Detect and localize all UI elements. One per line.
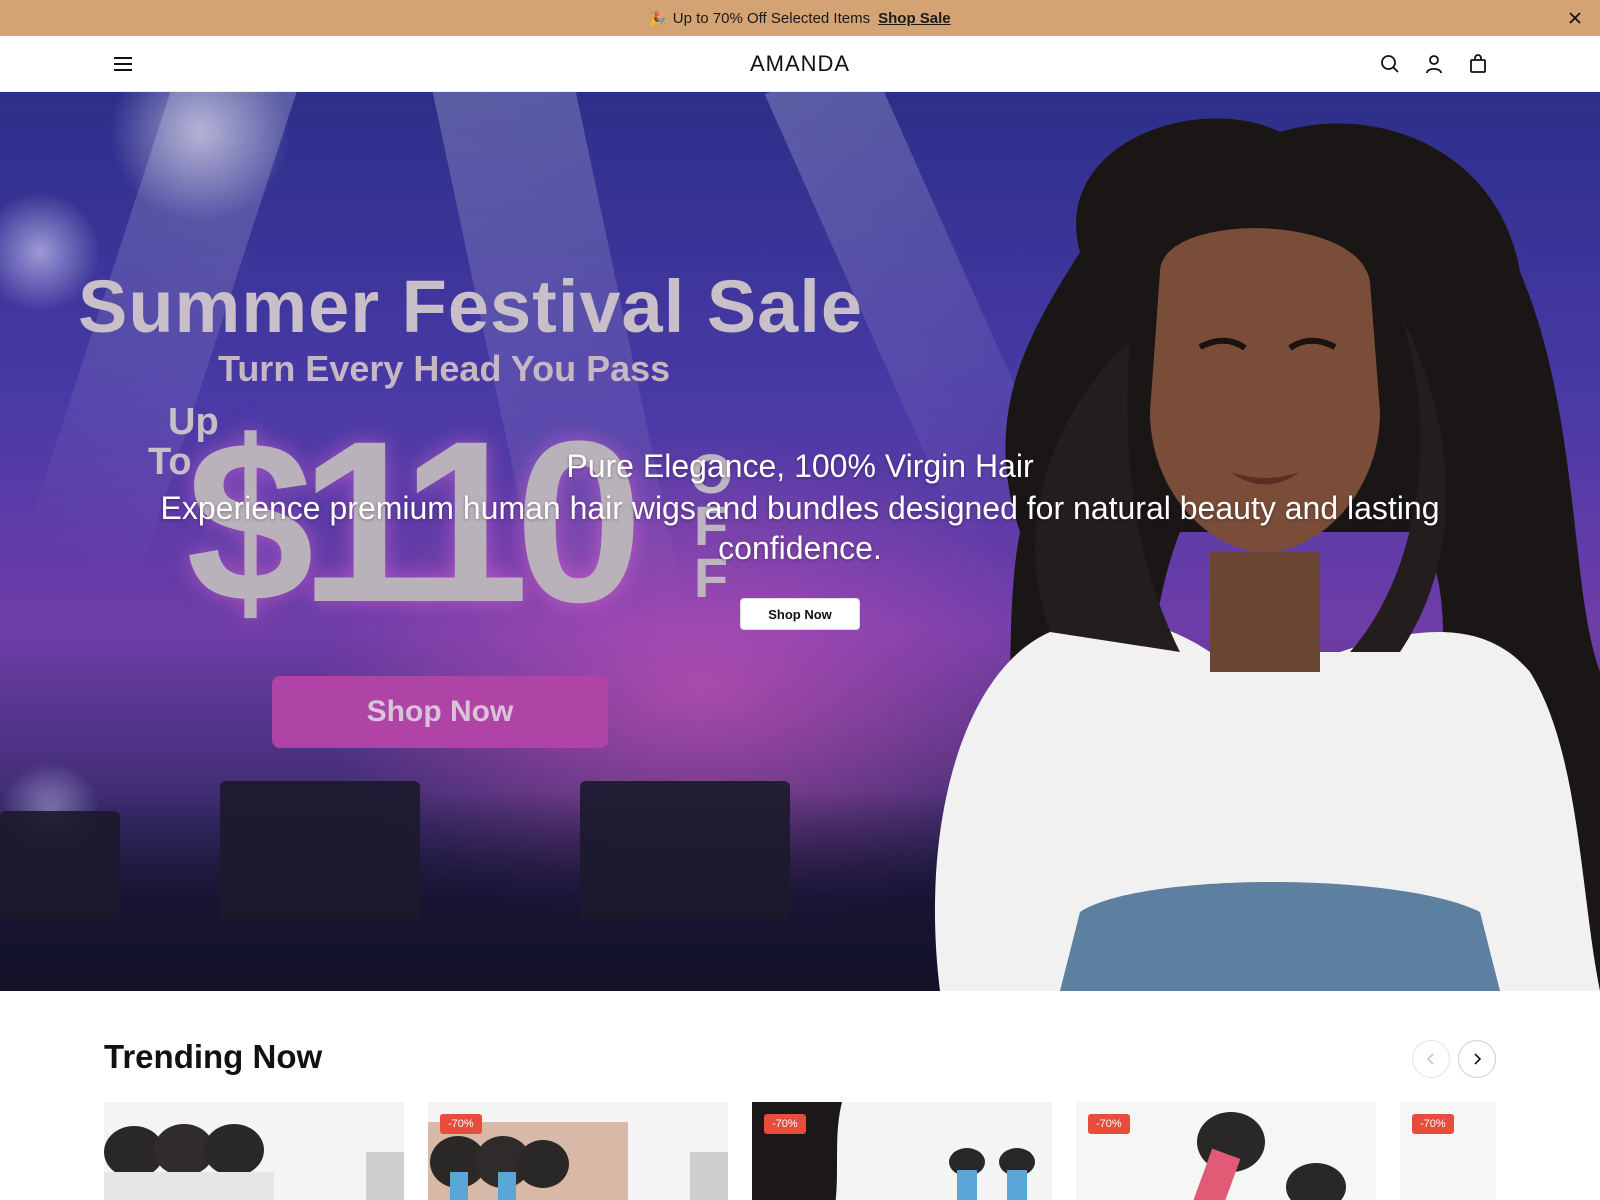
menu-icon[interactable]: [112, 54, 134, 74]
search-icon[interactable]: [1378, 52, 1402, 76]
announcement-text: Up to 70% Off Selected Items: [672, 9, 871, 27]
hero-heading: Pure Elegance, 100% Virgin Hair: [566, 448, 1034, 484]
hero-shop-now-button[interactable]: Shop Now: [740, 598, 860, 630]
shop-sale-link[interactable]: Shop Sale: [878, 10, 951, 27]
announcement-bar: 🎉 Up to 70% Off Selected Items Shop Sale: [0, 0, 1600, 36]
product-card[interactable]: [104, 1102, 404, 1200]
site-logo[interactable]: AMANDA: [0, 51, 1600, 77]
stage-speaker: [0, 811, 120, 921]
chevron-left-icon: [1426, 1053, 1434, 1065]
carousel-prev-button[interactable]: [1412, 1040, 1450, 1078]
hero-banner: Summer Festival Sale Turn Every Head You…: [0, 92, 1600, 991]
chevron-right-icon: [1474, 1053, 1482, 1065]
close-icon[interactable]: [1566, 9, 1584, 27]
site-header: AMANDA: [0, 36, 1600, 92]
product-card[interactable]: -70%: [1400, 1102, 1496, 1200]
stage-speaker: [220, 781, 420, 921]
bag-icon[interactable]: [1466, 52, 1490, 76]
stage-speaker: [580, 781, 790, 921]
discount-badge: -70%: [1412, 1114, 1454, 1134]
product-card[interactable]: -70%: [1076, 1102, 1376, 1200]
banner-title: Summer Festival Sale: [78, 265, 864, 348]
banner-subtitle: Turn Every Head You Pass: [218, 348, 671, 389]
product-card[interactable]: -70%: [752, 1102, 1052, 1200]
product-card[interactable]: -70%: [428, 1102, 728, 1200]
product-image: [104, 1102, 404, 1200]
account-icon[interactable]: [1422, 52, 1446, 76]
trending-title: Trending Now: [104, 1038, 323, 1075]
party-popper-icon: 🎉: [649, 9, 667, 26]
hero-description: Experience premium human hair wigs and b…: [160, 490, 1440, 566]
carousel-next-button[interactable]: [1458, 1040, 1496, 1078]
discount-badge: -70%: [1088, 1114, 1130, 1134]
banner-shop-now-button[interactable]: Shop Now: [272, 676, 608, 748]
discount-badge: -70%: [440, 1114, 482, 1134]
product-carousel: -70% -70% -70% -70%: [104, 1102, 1496, 1200]
discount-badge: -70%: [764, 1114, 806, 1134]
